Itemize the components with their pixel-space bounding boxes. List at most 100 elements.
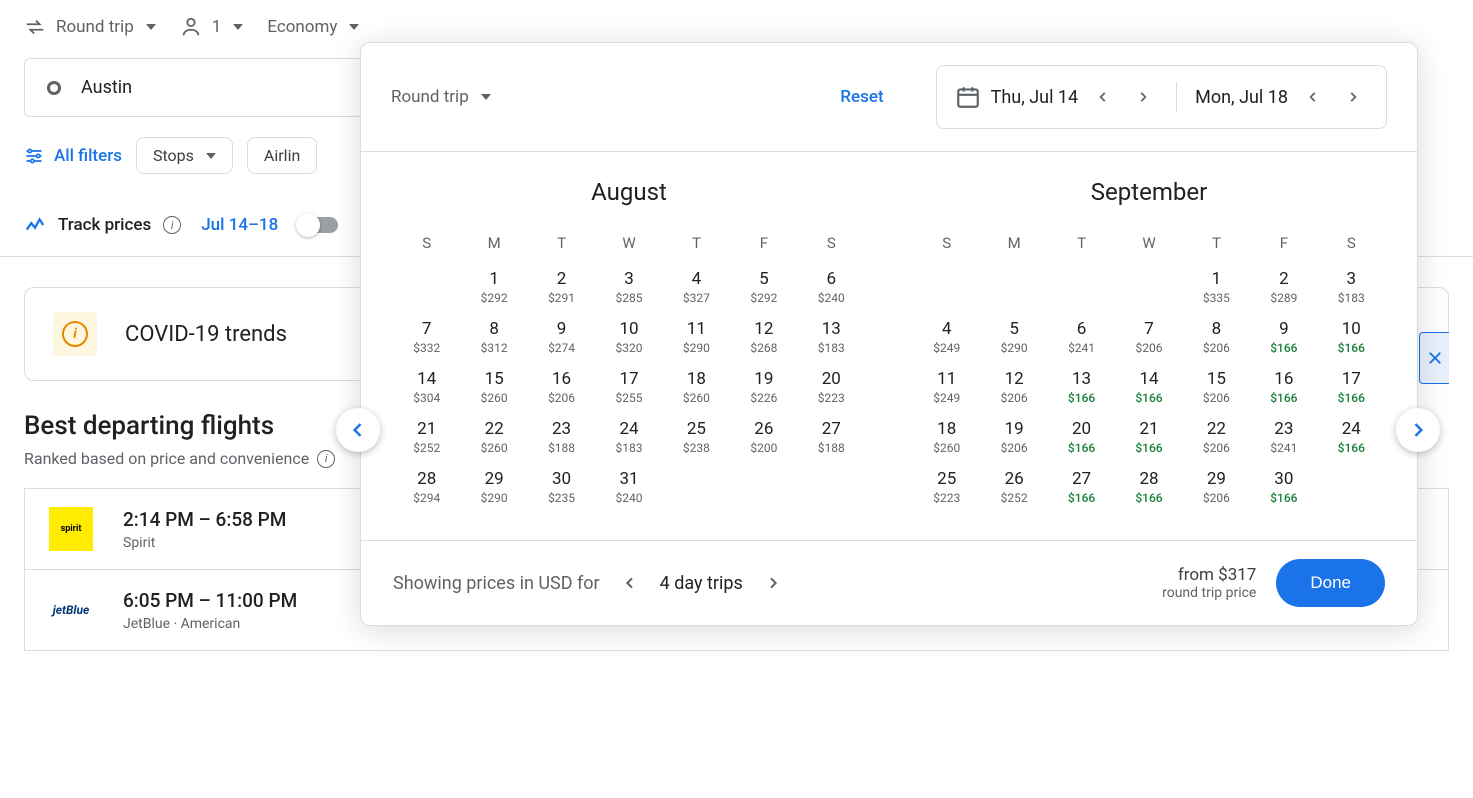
calendar-day[interactable]: 31 $240 xyxy=(595,462,662,512)
calendar-day[interactable]: 16 $166 xyxy=(1250,362,1317,412)
return-date-segment[interactable]: Mon, Jul 18 xyxy=(1176,82,1386,112)
calendar-day[interactable]: 19 $206 xyxy=(980,412,1047,462)
calendar-day[interactable]: 6 $241 xyxy=(1048,312,1115,362)
passengers-dropdown[interactable]: 1 xyxy=(180,16,244,38)
all-filters-button[interactable]: All filters xyxy=(24,146,122,166)
calendar-day[interactable]: 4 $327 xyxy=(663,262,730,312)
track-prices-toggle[interactable] xyxy=(298,217,338,233)
calendar-day[interactable]: 22 $206 xyxy=(1183,412,1250,462)
calendar-day-number: 26 xyxy=(980,469,1047,489)
calendar-day-number: 30 xyxy=(528,469,595,489)
done-button[interactable]: Done xyxy=(1276,559,1385,607)
calendar-day[interactable]: 5 $290 xyxy=(980,312,1047,362)
close-panel-tab[interactable] xyxy=(1419,332,1449,384)
calendar-day[interactable]: 8 $312 xyxy=(460,312,527,362)
calendar-prev-month-button[interactable] xyxy=(336,408,380,452)
calendar-day[interactable]: 27 $166 xyxy=(1048,462,1115,512)
calendar-day[interactable]: 25 $223 xyxy=(913,462,980,512)
airlines-filter-chip[interactable]: Airlin xyxy=(247,137,317,174)
calendar-day-price: $292 xyxy=(730,291,797,305)
calendar-day[interactable]: 28 $294 xyxy=(393,462,460,512)
calendar-day[interactable]: 15 $260 xyxy=(460,362,527,412)
calendar-day[interactable]: 11 $290 xyxy=(663,312,730,362)
calendar-day-number: 21 xyxy=(393,419,460,439)
calendar-day[interactable]: 19 $226 xyxy=(730,362,797,412)
calendar-day-price: $240 xyxy=(595,491,662,505)
calendar-day-price: $290 xyxy=(663,341,730,355)
calendar-day[interactable]: 3 $285 xyxy=(595,262,662,312)
info-icon[interactable]: i xyxy=(317,450,335,468)
calendar-day[interactable]: 27 $188 xyxy=(798,412,865,462)
calendar-day[interactable]: 29 $206 xyxy=(1183,462,1250,512)
duration-prev-button[interactable] xyxy=(614,567,646,599)
depart-prev-day-button[interactable] xyxy=(1088,82,1118,112)
calendar-day[interactable]: 30 $235 xyxy=(528,462,595,512)
calendar-day[interactable]: 21 $166 xyxy=(1115,412,1182,462)
calendar-day[interactable]: 3 $183 xyxy=(1318,262,1385,312)
calendar-day[interactable]: 25 $238 xyxy=(663,412,730,462)
info-icon[interactable]: i xyxy=(163,216,181,234)
calendar-day[interactable]: 23 $188 xyxy=(528,412,595,462)
duration-next-button[interactable] xyxy=(757,567,789,599)
return-next-day-button[interactable] xyxy=(1338,82,1368,112)
calendar-day[interactable]: 26 $252 xyxy=(980,462,1047,512)
calendar-day[interactable]: 16 $206 xyxy=(528,362,595,412)
calendar-day[interactable]: 7 $206 xyxy=(1115,312,1182,362)
calendar-next-month-button[interactable] xyxy=(1396,408,1440,452)
calendar-month: September SMTWTFS 1 $335 2 $289 3 $183 4… xyxy=(913,170,1385,512)
calendar-day[interactable]: 2 $289 xyxy=(1250,262,1317,312)
calendar-day[interactable]: 18 $260 xyxy=(663,362,730,412)
calendar-day-price: $183 xyxy=(798,341,865,355)
calendar-day[interactable]: 10 $166 xyxy=(1318,312,1385,362)
calendar-day[interactable]: 29 $290 xyxy=(460,462,527,512)
calendar-day[interactable]: 14 $166 xyxy=(1115,362,1182,412)
track-date-range[interactable]: Jul 14–18 xyxy=(201,215,278,235)
cabin-dropdown[interactable]: Economy xyxy=(267,17,359,37)
calendar-day[interactable]: 21 $252 xyxy=(393,412,460,462)
calendar-day[interactable]: 1 $292 xyxy=(460,262,527,312)
departure-date-segment[interactable]: Thu, Jul 14 xyxy=(937,82,1177,112)
calendar-day[interactable]: 7 $332 xyxy=(393,312,460,362)
flight-info: 2:14 PM – 6:58 PM Spirit xyxy=(123,508,286,551)
calendar-day[interactable]: 13 $166 xyxy=(1048,362,1115,412)
depart-next-day-button[interactable] xyxy=(1128,82,1158,112)
calendar-day[interactable]: 9 $274 xyxy=(528,312,595,362)
calendar-day[interactable]: 26 $200 xyxy=(730,412,797,462)
calendar-day[interactable]: 18 $260 xyxy=(913,412,980,462)
calendar-day[interactable]: 13 $183 xyxy=(798,312,865,362)
origin-input[interactable]: Austin xyxy=(24,58,364,117)
calendar-day[interactable]: 12 $268 xyxy=(730,312,797,362)
calendar-day[interactable]: 24 $183 xyxy=(595,412,662,462)
calendar-day[interactable]: 1 $335 xyxy=(1183,262,1250,312)
calendar-day-price: $235 xyxy=(528,491,595,505)
calendar-day[interactable]: 8 $206 xyxy=(1183,312,1250,362)
calendar-day[interactable]: 24 $166 xyxy=(1318,412,1385,462)
calendar-day[interactable]: 10 $320 xyxy=(595,312,662,362)
calendar-day[interactable]: 22 $260 xyxy=(460,412,527,462)
stops-filter-chip[interactable]: Stops xyxy=(136,137,233,174)
calendar-day[interactable]: 17 $166 xyxy=(1318,362,1385,412)
calendar-day[interactable]: 4 $249 xyxy=(913,312,980,362)
calendar-day[interactable]: 15 $206 xyxy=(1183,362,1250,412)
calendar-day[interactable]: 5 $292 xyxy=(730,262,797,312)
overlay-trip-type-dropdown[interactable]: Round trip xyxy=(391,87,491,107)
calendar-day[interactable]: 23 $241 xyxy=(1250,412,1317,462)
calendar-day[interactable]: 20 $223 xyxy=(798,362,865,412)
calendar-day[interactable]: 12 $206 xyxy=(980,362,1047,412)
trip-type-dropdown[interactable]: Round trip xyxy=(24,16,156,38)
chevron-right-icon xyxy=(1346,90,1360,104)
calendar-day[interactable]: 2 $291 xyxy=(528,262,595,312)
date-picker-header: Round trip Reset Thu, Jul 14 Mon, Jul 18 xyxy=(361,43,1417,151)
calendar-day[interactable]: 17 $255 xyxy=(595,362,662,412)
calendar-day[interactable]: 9 $166 xyxy=(1250,312,1317,362)
calendar-day[interactable]: 14 $304 xyxy=(393,362,460,412)
calendar-day[interactable]: 30 $166 xyxy=(1250,462,1317,512)
calendar-day[interactable]: 28 $166 xyxy=(1115,462,1182,512)
calendar-day[interactable]: 6 $240 xyxy=(798,262,865,312)
day-head-cell: S xyxy=(393,228,460,262)
caret-down-icon xyxy=(349,24,359,30)
reset-dates-button[interactable]: Reset xyxy=(840,87,883,107)
calendar-day[interactable]: 20 $166 xyxy=(1048,412,1115,462)
return-prev-day-button[interactable] xyxy=(1298,82,1328,112)
calendar-day[interactable]: 11 $249 xyxy=(913,362,980,412)
